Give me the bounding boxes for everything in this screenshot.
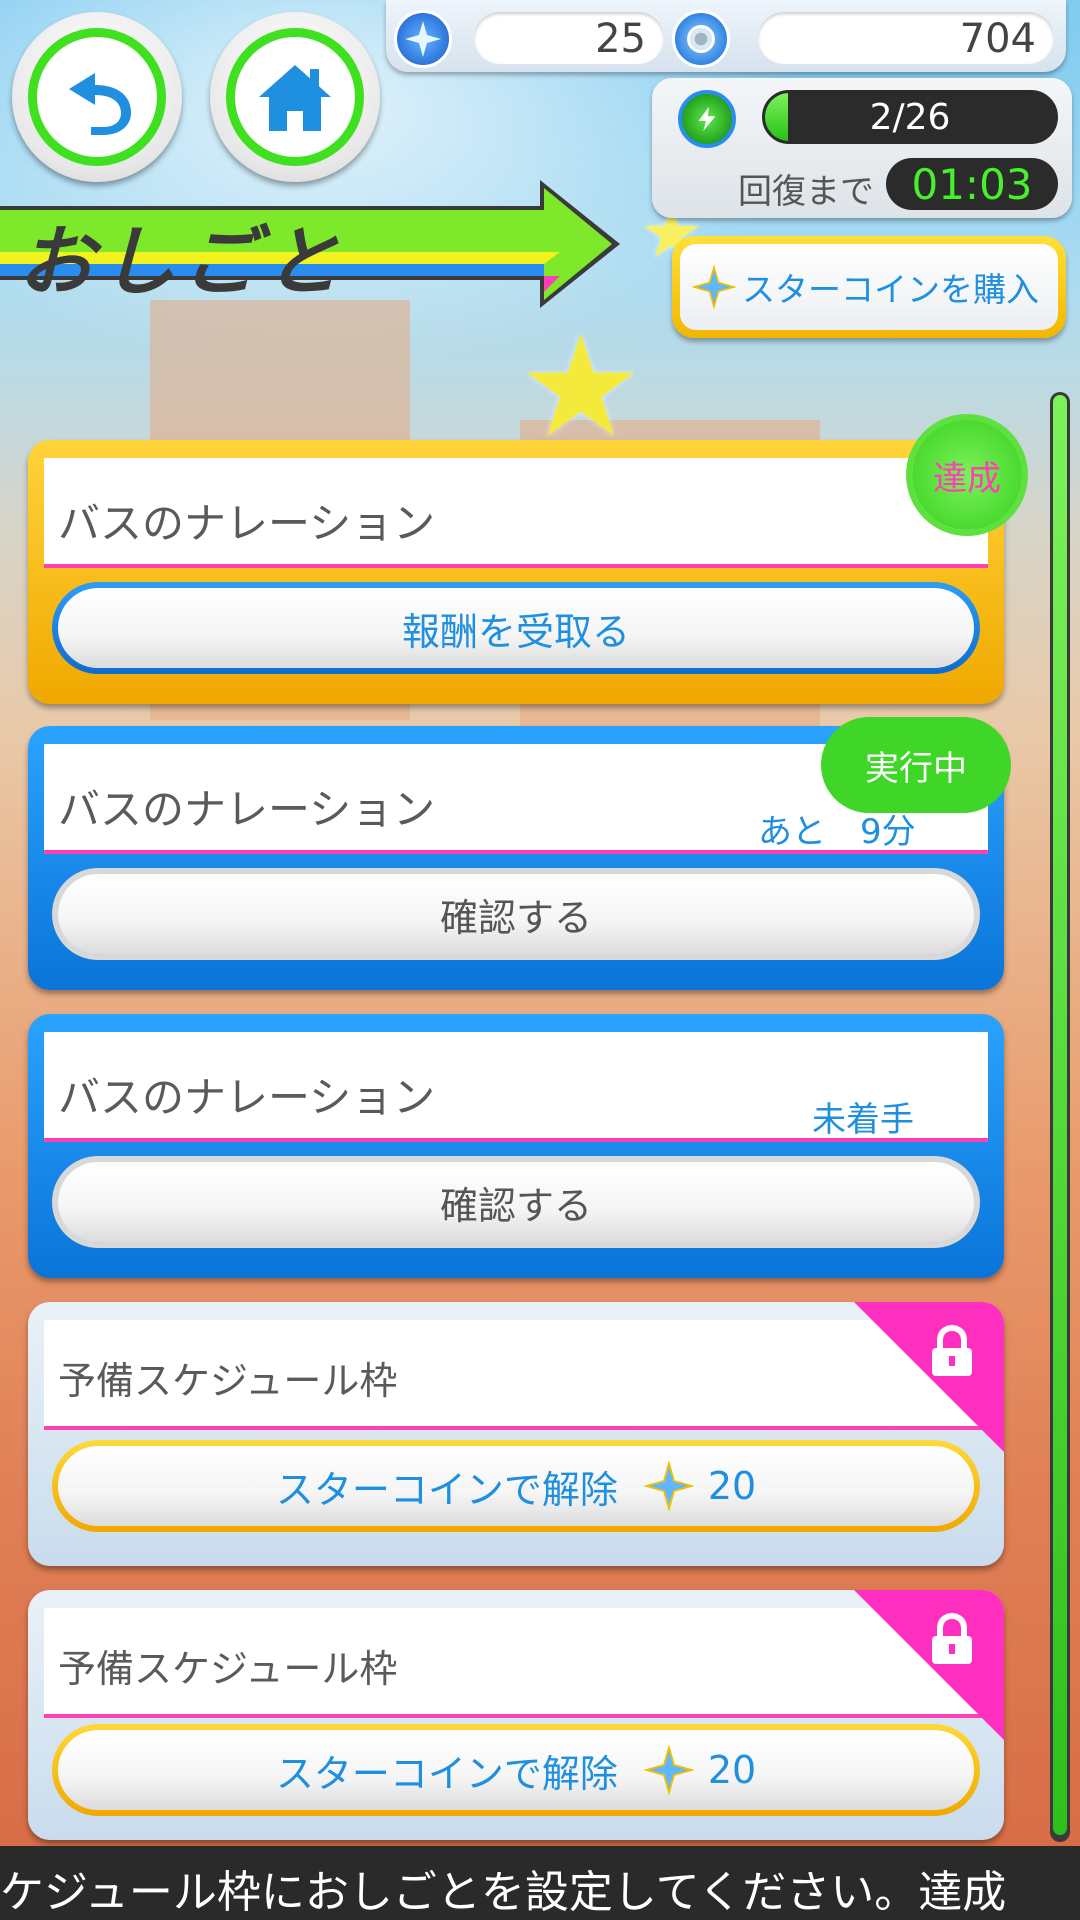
scrollbar-thumb[interactable]	[1053, 395, 1067, 1835]
home-icon	[259, 65, 331, 131]
confirm-label: 確認する	[58, 1162, 974, 1242]
home-button[interactable]	[210, 12, 380, 182]
unlock-cost: 20	[707, 1748, 757, 1792]
unlock-with-star-coin-button[interactable]: スターコインで解除 20	[52, 1724, 980, 1816]
recover-label: 回復まで	[738, 172, 874, 212]
star-coin-icon	[643, 1461, 694, 1511]
bottom-ticker: ケジュール枠におしごとを設定してください。達成	[0, 1846, 1080, 1920]
confirm-label: 確認する	[58, 874, 974, 954]
page-title: おしごと	[18, 217, 346, 306]
recover-timer: 01:03	[886, 158, 1058, 210]
unlock-label: スターコインで解除	[275, 1467, 618, 1512]
scrollbar[interactable]	[1050, 392, 1070, 1842]
stamina-value: 2/26	[869, 97, 951, 138]
back-arrow-icon	[69, 73, 131, 135]
back-button[interactable]	[12, 12, 182, 182]
back-button-ring	[28, 28, 166, 166]
job-name: バスのナレーション	[58, 499, 436, 548]
slot-name: 予備スケジュール枠	[58, 1359, 398, 1403]
locked-slot-card: 予備スケジュール枠 スターコインで解除 20	[28, 1590, 1004, 1840]
buy-star-coin-inner: スターコインを購入	[680, 244, 1058, 330]
completed-badge: 達成	[912, 420, 1022, 530]
star-coin-icon	[692, 265, 736, 309]
claim-reward-label: 報酬を受取る	[58, 588, 974, 668]
status-not-started: 未着手	[812, 1100, 914, 1140]
home-button-ring	[226, 28, 364, 166]
lock-icon	[932, 1324, 972, 1376]
currency-bar: 25 704	[386, 0, 1066, 72]
star-coin-icon	[643, 1745, 694, 1795]
coin-count: 704	[758, 12, 1054, 64]
energy-bolt-icon	[678, 90, 736, 148]
unlock-with-star-coin-button[interactable]: スターコインで解除 20	[52, 1440, 980, 1532]
coin-icon	[672, 10, 730, 68]
buy-star-coin-label: スターコインを購入	[742, 270, 1039, 309]
unlock-button-inner: スターコインで解除 20	[58, 1446, 974, 1526]
star-coin-icon	[394, 10, 452, 68]
unlock-button-inner: スターコインで解除 20	[58, 1730, 974, 1810]
slot-name: 予備スケジュール枠	[58, 1647, 398, 1691]
confirm-button[interactable]: 確認する	[52, 1156, 980, 1248]
confirm-button[interactable]: 確認する	[52, 868, 980, 960]
job-name: バスのナレーション	[58, 785, 436, 834]
time-remaining: あと 9分	[758, 812, 916, 852]
buy-star-coin-button[interactable]: スターコインを購入	[672, 236, 1066, 338]
job-name: バスのナレーション	[58, 1073, 436, 1122]
star-coin-count: 25	[474, 12, 664, 64]
unlock-cost: 20	[707, 1464, 757, 1508]
unlock-label: スターコインで解除	[275, 1751, 618, 1796]
job-card-completed: バスのナレーション 報酬を受取る	[28, 440, 1004, 704]
locked-slot-card: 予備スケジュール枠 スターコインで解除 20	[28, 1302, 1004, 1566]
in-progress-badge: 実行中	[826, 722, 1006, 808]
job-card-not-started: バスのナレーション 未着手 確認する	[28, 1014, 1004, 1278]
claim-reward-button[interactable]: 報酬を受取る	[52, 582, 980, 674]
stamina-panel: 2/26 回復まで 01:03	[652, 78, 1072, 218]
background-star: ★	[518, 306, 644, 469]
stamina-gauge: 2/26	[762, 90, 1058, 144]
lock-icon	[932, 1612, 972, 1664]
